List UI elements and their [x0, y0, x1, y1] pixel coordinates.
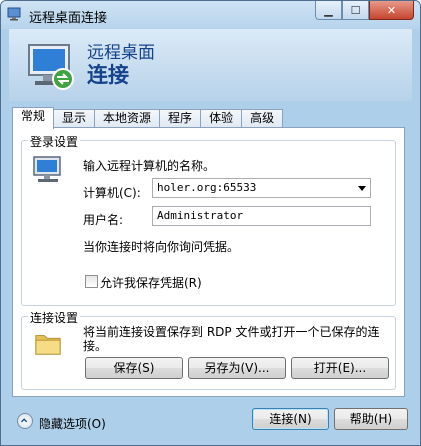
header-title-line2: 连接: [87, 63, 129, 87]
connection-settings-group: 连接设置 将当前连接设置保存到 RDP 文件或打开一个已保存的连接。 保存(S)…: [21, 309, 396, 390]
computer-label: 计算机(C):: [83, 186, 141, 200]
help-button[interactable]: 帮助(H): [334, 408, 408, 430]
caption-buttons: ▁ ☐ ✕: [315, 1, 414, 21]
close-button[interactable]: ✕: [369, 1, 414, 20]
dialog-header: 远程桌面 连接: [9, 29, 412, 101]
maximize-button[interactable]: ☐: [342, 1, 369, 20]
tab-strip: 常规 显示 本地资源 程序 体验 高级: [12, 107, 284, 129]
connection-description: 将当前连接设置保存到 RDP 文件或打开一个已保存的连接。: [83, 325, 380, 353]
tab-display[interactable]: 显示: [53, 109, 96, 128]
minimize-button[interactable]: ▁: [315, 1, 342, 20]
open-button[interactable]: 打开(E)...: [291, 357, 389, 379]
tab-experience[interactable]: 体验: [200, 109, 243, 128]
remote-desktop-computer-icon: [28, 44, 74, 90]
login-instruction: 输入远程计算机的名称。: [83, 159, 216, 173]
tab-advanced[interactable]: 高级: [241, 109, 284, 128]
username-value: Administrator: [157, 209, 244, 222]
save-button[interactable]: 保存(S): [85, 357, 183, 379]
allow-save-credentials-checkbox[interactable]: [85, 275, 98, 288]
remote-desktop-icon: [7, 7, 21, 21]
credential-note: 当你连接时将向你询问凭据。: [83, 240, 240, 254]
login-settings-title: 登录设置: [28, 133, 81, 150]
hide-options-link[interactable]: 隐藏选项(O): [39, 415, 106, 432]
connect-button[interactable]: 连接(N): [252, 408, 329, 430]
computer-combobox[interactable]: holer.org:65533: [152, 178, 371, 198]
computer-value: holer.org:65533: [157, 181, 257, 194]
allow-save-credentials-label[interactable]: 允许我保存凭据(R): [100, 274, 202, 291]
window-title: 远程桌面连接: [29, 11, 108, 26]
folder-icon: [35, 335, 61, 355]
login-settings-group: 登录设置 输入远程计算机的名称。 计算机(C): holer.org:65533…: [21, 133, 396, 306]
tab-local-resources[interactable]: 本地资源: [94, 109, 161, 128]
chevron-down-icon[interactable]: [358, 186, 366, 191]
title-bar[interactable]: 远程桌面连接 ▁ ☐ ✕: [1, 1, 420, 29]
username-field[interactable]: Administrator: [152, 206, 371, 226]
connection-settings-title: 连接设置: [28, 309, 81, 326]
tab-programs[interactable]: 程序: [159, 109, 202, 128]
rdp-window: 远程桌面连接 ▁ ☐ ✕ 远程桌面 连接 常规 显示 本地资源 程序 体验 高级…: [0, 0, 421, 446]
user-label: 用户名:: [83, 213, 124, 227]
general-tab-panel: 登录设置 输入远程计算机的名称。 计算机(C): holer.org:65533…: [12, 127, 405, 397]
tab-general[interactable]: 常规: [12, 107, 55, 129]
computer-icon: [33, 156, 61, 182]
chevron-up-icon: [21, 418, 28, 423]
hide-options-icon[interactable]: [17, 413, 33, 429]
save-as-button[interactable]: 另存为(V)...: [188, 357, 286, 379]
